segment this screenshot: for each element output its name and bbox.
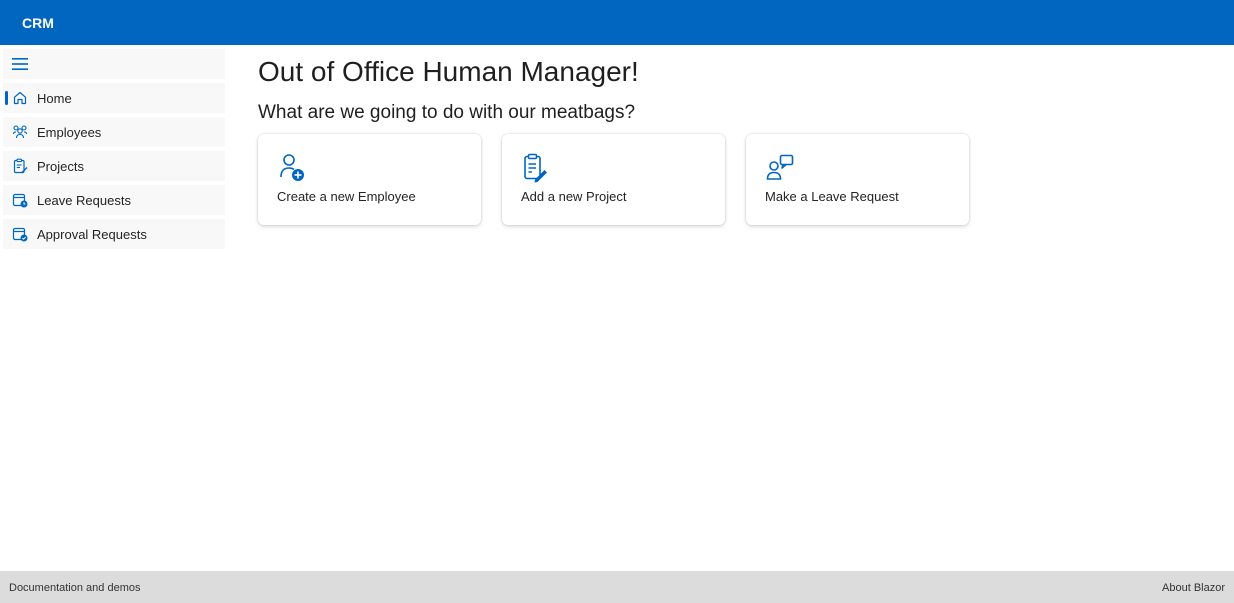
- person-chat-icon: [766, 154, 794, 180]
- sidebar-item-approval-requests[interactable]: Approval Requests: [3, 219, 225, 249]
- person-add-icon: [280, 154, 304, 181]
- sidebar-item-label: Projects: [37, 159, 84, 174]
- documentation-link[interactable]: Documentation and demos: [9, 582, 140, 594]
- people-team-icon: [12, 125, 28, 139]
- create-employee-card[interactable]: Create a new Employee: [258, 134, 481, 225]
- sidebar-item-leave-requests[interactable]: Leave Requests: [3, 185, 225, 215]
- top-bar: CRM: [0, 0, 1234, 45]
- sidebar-item-label: Leave Requests: [37, 193, 131, 208]
- calendar-checkmark-icon: [12, 227, 28, 242]
- sidebar-item-home[interactable]: Home: [3, 83, 225, 113]
- page-subtitle: What are we going to do with our meatbag…: [258, 102, 636, 123]
- clipboard-edit-icon: [13, 158, 28, 174]
- sidebar-nav: Home Employees Projects Leave Requests A…: [0, 45, 226, 571]
- add-project-card[interactable]: Add a new Project: [502, 134, 725, 225]
- footer-bar: Documentation and demos About Blazor: [0, 571, 1234, 603]
- home-icon: [13, 91, 27, 105]
- page-title: Out of Office Human Manager!: [258, 56, 639, 87]
- about-blazor-link[interactable]: About Blazor: [1162, 582, 1225, 594]
- hamburger-icon: [12, 58, 28, 70]
- sidebar-item-projects[interactable]: Projects: [3, 151, 225, 181]
- sidebar-item-label: Employees: [37, 125, 102, 140]
- card-label: Make a Leave Request: [765, 189, 899, 204]
- brand-title[interactable]: CRM: [22, 15, 54, 31]
- clipboard-edit-icon: [524, 153, 547, 183]
- sidebar-item-label: Approval Requests: [37, 227, 147, 242]
- make-leave-request-card[interactable]: Make a Leave Request: [746, 134, 969, 225]
- menu-toggle-button[interactable]: [3, 49, 225, 79]
- active-indicator: [5, 91, 8, 105]
- card-label: Create a new Employee: [277, 189, 416, 204]
- sidebar-item-label: Home: [37, 91, 72, 106]
- card-label: Add a new Project: [521, 189, 627, 204]
- calendar-clock-icon: [12, 193, 28, 208]
- sidebar-item-employees[interactable]: Employees: [3, 117, 225, 147]
